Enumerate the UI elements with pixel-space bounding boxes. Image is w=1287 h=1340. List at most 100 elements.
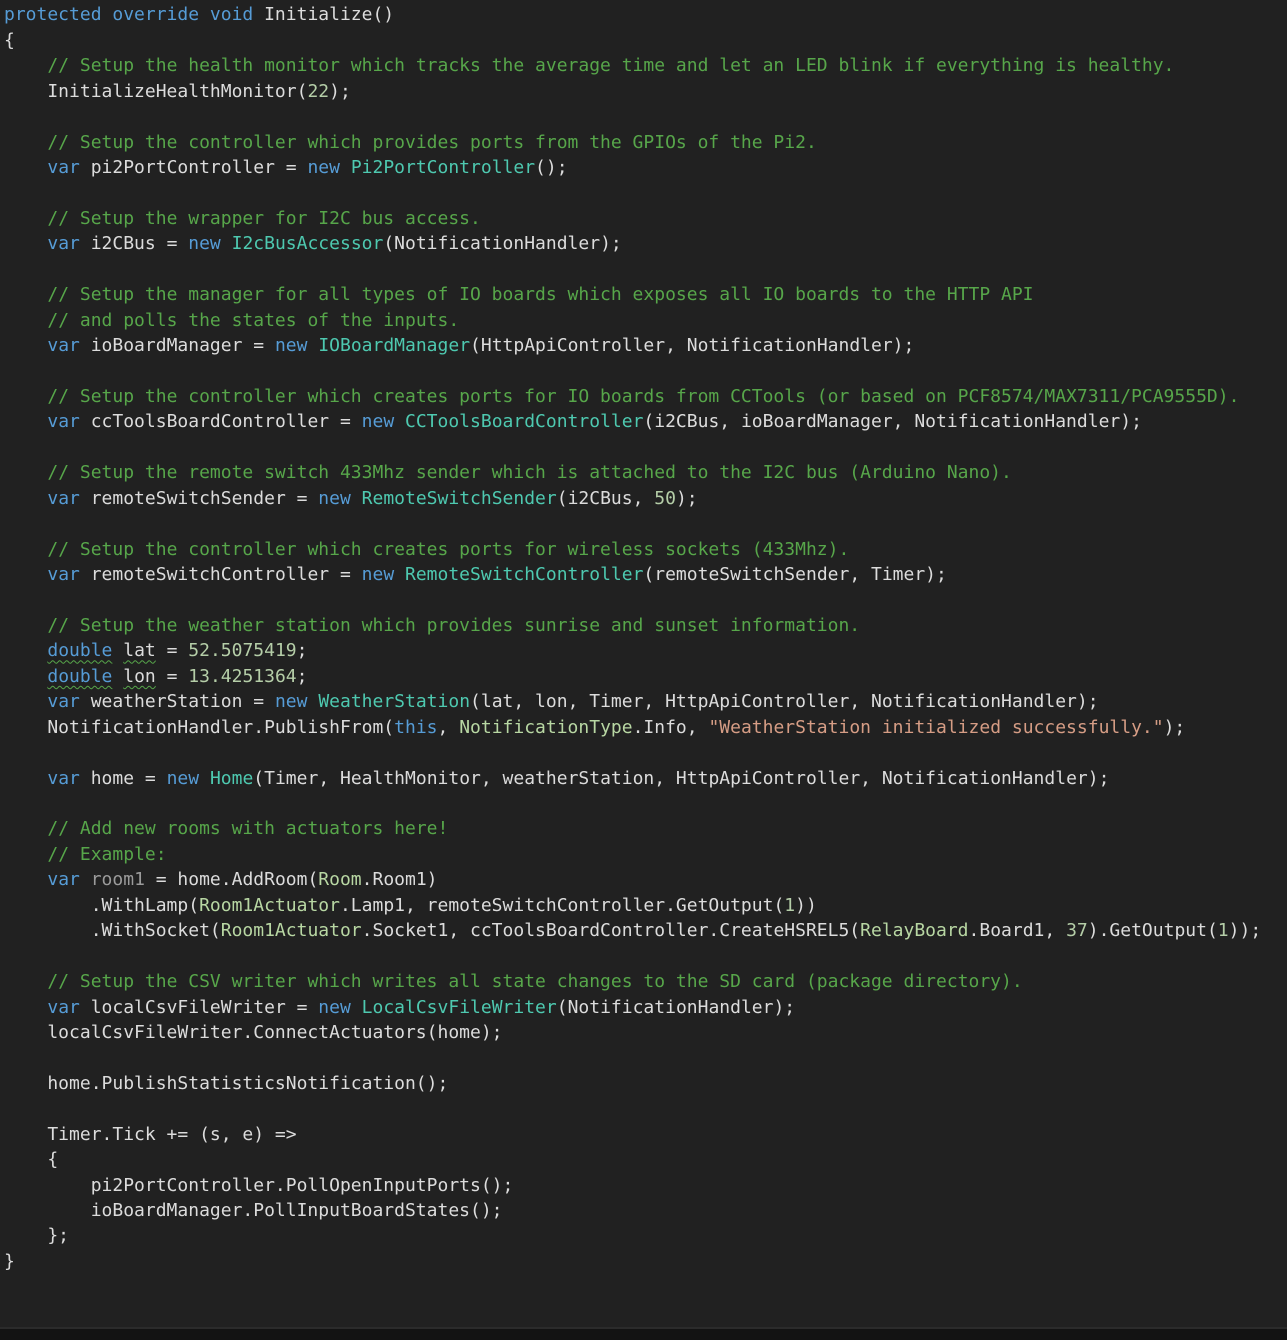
code-line[interactable]: home.PublishStatisticsNotification();	[4, 1071, 1261, 1096]
code-token: "WeatherStation initialized successfully…	[708, 717, 1163, 738]
code-line[interactable]: var remoteSwitchController = new RemoteS…	[4, 562, 1261, 587]
code-token: Room1Actuator	[199, 895, 340, 916]
code-token: ccToolsBoardController =	[80, 411, 362, 432]
code-token: localCsvFileWriter =	[80, 997, 318, 1018]
code-line[interactable]: // Setup the controller which creates po…	[4, 537, 1261, 562]
code-token: remoteSwitchController =	[80, 564, 362, 585]
code-token	[4, 615, 47, 636]
code-line[interactable]	[4, 740, 1261, 765]
code-line[interactable]: {	[4, 1147, 1261, 1172]
code-line[interactable]: var pi2PortController = new Pi2PortContr…	[4, 155, 1261, 180]
code-line[interactable]: // Setup the CSV writer which writes all…	[4, 969, 1261, 994]
code-line[interactable]: // Setup the weather station which provi…	[4, 613, 1261, 638]
code-line[interactable]: {	[4, 28, 1261, 53]
code-line[interactable]	[4, 181, 1261, 206]
code-line[interactable]	[4, 435, 1261, 460]
code-token	[4, 462, 47, 483]
code-token	[4, 284, 47, 305]
code-token	[4, 971, 47, 992]
code-token	[4, 666, 47, 687]
code-line[interactable]: // Setup the wrapper for I2C bus access.	[4, 206, 1261, 231]
code-token	[394, 411, 405, 432]
code-token	[4, 132, 47, 153]
code-token: 13.4251364	[188, 666, 296, 687]
code-line[interactable]: // Setup the manager for all types of IO…	[4, 282, 1261, 307]
code-token: );	[676, 488, 698, 509]
code-line[interactable]: // Setup the controller which provides p…	[4, 130, 1261, 155]
code-token: var	[47, 157, 80, 178]
code-line[interactable]: protected override void Initialize()	[4, 2, 1261, 27]
code-token: ));	[1229, 920, 1262, 941]
code-line[interactable]: Timer.Tick += (s, e) =>	[4, 1122, 1261, 1147]
code-token: }	[4, 1251, 15, 1272]
code-line[interactable]: var ccToolsBoardController = new CCTools…	[4, 409, 1261, 434]
code-line[interactable]	[4, 944, 1261, 969]
code-token: (i2CBus, ioBoardManager, NotificationHan…	[643, 411, 1142, 432]
code-token: =	[156, 666, 189, 687]
code-line[interactable]: ioBoardManager.PollInputBoardStates();	[4, 1198, 1261, 1223]
code-line[interactable]: var weatherStation = new WeatherStation(…	[4, 689, 1261, 714]
code-line[interactable]: var remoteSwitchSender = new RemoteSwitc…	[4, 486, 1261, 511]
code-token: .Info,	[633, 717, 709, 738]
code-token: home =	[80, 768, 167, 789]
code-line[interactable]: localCsvFileWriter.ConnectActuators(home…	[4, 1020, 1261, 1045]
code-token: CCToolsBoardController	[405, 411, 643, 432]
code-line[interactable]: // and polls the states of the inputs.	[4, 308, 1261, 333]
code-token: var	[47, 768, 80, 789]
code-token: (NotificationHandler);	[383, 233, 621, 254]
code-line[interactable]	[4, 588, 1261, 613]
code-line[interactable]: // Setup the health monitor which tracks…	[4, 53, 1261, 78]
code-token: (i2CBus,	[557, 488, 655, 509]
code-line[interactable]: pi2PortController.PollOpenInputPorts();	[4, 1173, 1261, 1198]
code-token: var	[47, 233, 80, 254]
code-line[interactable]	[4, 791, 1261, 816]
code-line[interactable]: // Example:	[4, 842, 1261, 867]
code-token: pi2PortController =	[80, 157, 308, 178]
code-line[interactable]: };	[4, 1223, 1261, 1248]
code-token	[307, 335, 318, 356]
code-token: var	[47, 488, 80, 509]
code-line[interactable]: .WithSocket(Room1Actuator.Socket1, ccToo…	[4, 918, 1261, 943]
code-token: lat	[123, 640, 156, 661]
code-token	[112, 666, 123, 687]
code-token: var	[47, 691, 80, 712]
code-token: home.PublishStatisticsNotification();	[4, 1073, 448, 1094]
code-line[interactable]: var home = new Home(Timer, HealthMonitor…	[4, 766, 1261, 791]
code-token: ).GetOutput(	[1088, 920, 1218, 941]
code-area[interactable]: protected override void Initialize()prot…	[4, 0, 1261, 1274]
code-token: (remoteSwitchSender, Timer);	[643, 564, 946, 585]
code-line[interactable]	[4, 257, 1261, 282]
code-line[interactable]: var localCsvFileWriter = new LocalCsvFil…	[4, 995, 1261, 1020]
code-line[interactable]	[4, 1096, 1261, 1121]
code-token: // and polls the states of the inputs.	[47, 310, 459, 331]
code-line[interactable]	[4, 1045, 1261, 1070]
code-token: new	[362, 564, 395, 585]
code-line[interactable]	[4, 511, 1261, 536]
code-token: new	[362, 411, 395, 432]
code-line[interactable]: // Add new rooms with actuators here!	[4, 816, 1261, 841]
code-line[interactable]: InitializeHealthMonitor(22);	[4, 79, 1261, 104]
code-token	[4, 335, 47, 356]
code-line[interactable]: // Setup the remote switch 433Mhz sender…	[4, 460, 1261, 485]
code-line[interactable]	[4, 104, 1261, 129]
code-token	[4, 488, 47, 509]
code-line[interactable]: }	[4, 1249, 1261, 1274]
code-line[interactable]: .WithLamp(Room1Actuator.Lamp1, remoteSwi…	[4, 893, 1261, 918]
code-line[interactable]: var ioBoardManager = new IOBoardManager(…	[4, 333, 1261, 358]
code-line[interactable]: double lon = 13.4251364;	[4, 664, 1261, 689]
code-line[interactable]: NotificationHandler.PublishFrom(this, No…	[4, 715, 1261, 740]
code-token: .WithSocket(	[4, 920, 221, 941]
code-token: // Add new rooms with actuators here!	[47, 818, 448, 839]
code-token: ();	[535, 157, 568, 178]
code-line[interactable]: double lat = 52.5075419;	[4, 638, 1261, 663]
code-line[interactable]	[4, 359, 1261, 384]
code-token	[4, 55, 47, 76]
code-line[interactable]: var room1 = home.AddRoom(Room.Room1)	[4, 867, 1261, 892]
code-token: NotificationHandler.PublishFrom(	[4, 717, 394, 738]
code-token: 1	[1218, 920, 1229, 941]
code-token: 22	[307, 81, 329, 102]
code-token: 1	[784, 895, 795, 916]
code-line[interactable]: var i2CBus = new I2cBusAccessor(Notifica…	[4, 231, 1261, 256]
code-line[interactable]: // Setup the controller which creates po…	[4, 384, 1261, 409]
code-token: remoteSwitchSender =	[80, 488, 318, 509]
